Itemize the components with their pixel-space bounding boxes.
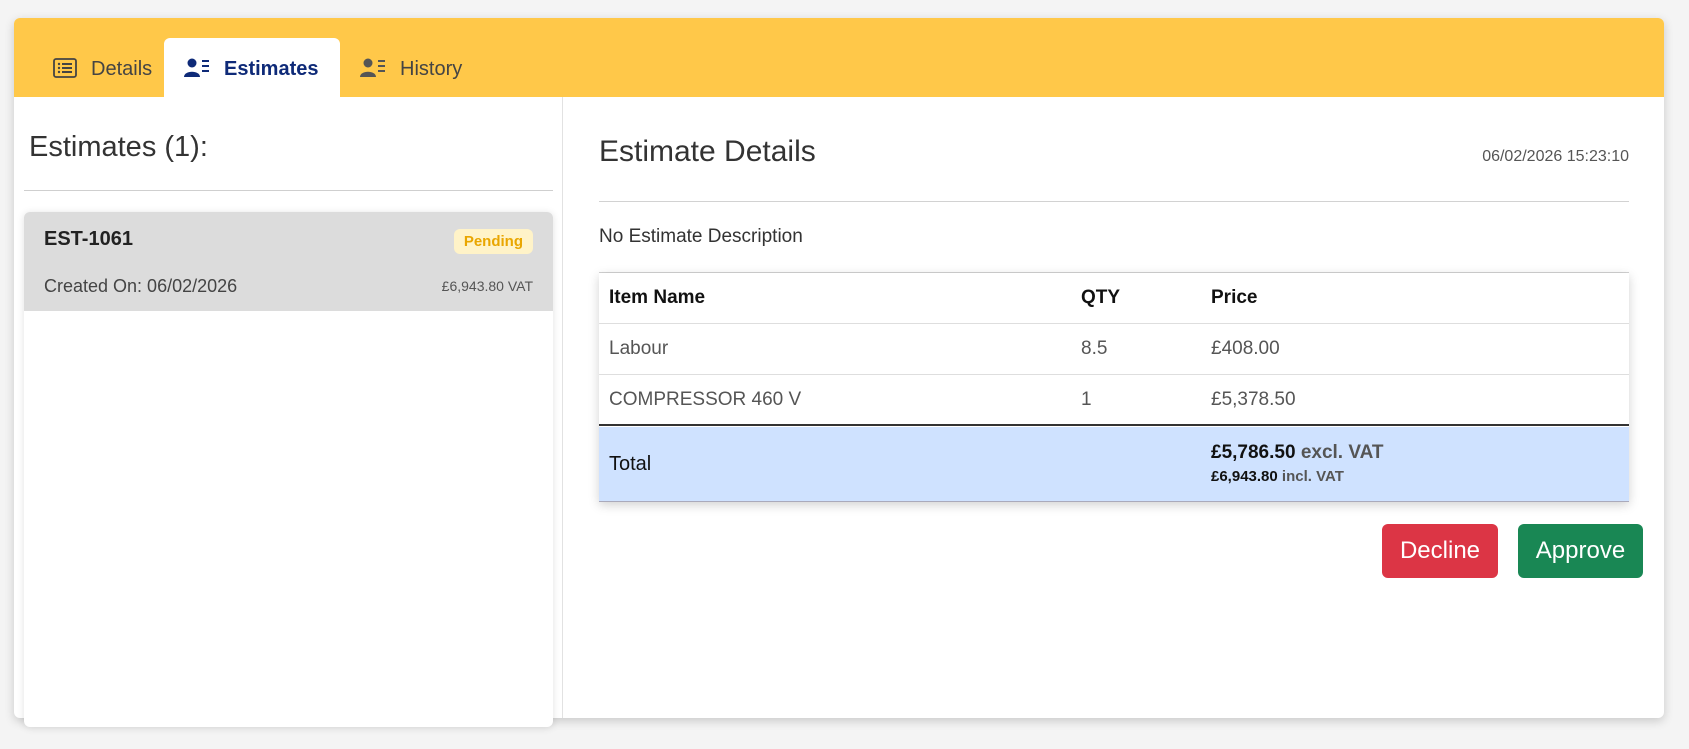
divider [24, 190, 553, 191]
tab-estimates[interactable]: Estimates [164, 38, 340, 97]
approve-button[interactable]: Approve [1518, 524, 1643, 578]
item-name-cell: Labour [609, 338, 669, 359]
estimate-details-pane: Estimate Details 06/02/2026 15:23:10 No … [564, 97, 1664, 718]
total-incl-label: incl. VAT [1281, 468, 1344, 485]
estimate-description: No Estimate Description [599, 226, 803, 247]
details-datetime: 06/02/2026 15:23:10 [1482, 148, 1629, 165]
estimates-list: EST-1061 Pending Created On: 06/02/2026 … [24, 212, 553, 727]
estimate-code: EST-1061 [44, 228, 133, 250]
column-header-price: Price [1211, 287, 1258, 308]
tab-details-label: Details [91, 58, 153, 80]
qty-cell: 1 [1081, 388, 1092, 410]
estimates-count-title: Estimates (1): [29, 131, 208, 163]
total-excl-label: excl. VAT [1300, 442, 1384, 463]
table-header-row: Item Name QTY Price [599, 273, 1629, 324]
table-total-row: Total £5,786.50 excl. VAT £6,943.80 incl… [599, 427, 1629, 502]
estimate-amount: £6,943.80 VAT [441, 278, 533, 294]
tab-history-label: History [400, 58, 463, 80]
decline-button[interactable]: Decline [1382, 524, 1498, 578]
total-amounts: £5,786.50 excl. VAT £6,943.80 incl. VAT [1211, 442, 1384, 485]
total-excl-vat: £5,786.50 excl. VAT [1211, 442, 1384, 464]
estimates-list-pane: Estimates (1): EST-1061 Pending Created … [14, 97, 563, 727]
total-incl-value: £6,943.80 [1211, 468, 1278, 485]
tab-estimates-label: Estimates [224, 58, 319, 80]
item-name-cell: COMPRESSOR 460 V [609, 388, 802, 410]
list-icon [53, 57, 77, 78]
tab-history[interactable]: History [360, 38, 462, 97]
column-header-item-name: Item Name [609, 287, 706, 308]
status-badge: Pending [453, 229, 533, 254]
price-cell: £408.00 [1211, 338, 1280, 359]
table-row: COMPRESSOR 460 V 1 £5,378.50 [599, 375, 1629, 426]
table-row: Labour 8.5 £408.00 [599, 324, 1629, 375]
estimate-items-table: Item Name QTY Price Labour 8.5 £408.00 C… [599, 273, 1629, 502]
divider [599, 201, 1629, 202]
estimate-created-date: Created On: 06/02/2026 [44, 276, 238, 296]
total-label: Total [609, 452, 652, 475]
qty-cell: 8.5 [1081, 338, 1108, 359]
total-incl-vat: £6,943.80 incl. VAT [1211, 468, 1384, 485]
tab-bar: Details Estimates History [14, 18, 1664, 97]
estimates-card: Details Estimates History Estimates (1):… [14, 18, 1664, 727]
estimate-list-item[interactable]: EST-1061 Pending Created On: 06/02/2026 … [24, 212, 553, 311]
user-list-icon [360, 58, 385, 77]
details-title: Estimate Details [599, 135, 816, 168]
column-header-qty: QTY [1081, 287, 1121, 308]
price-cell: £5,378.50 [1211, 388, 1296, 410]
total-excl-value: £5,786.50 [1211, 442, 1296, 463]
tab-details[interactable]: Details [39, 38, 152, 97]
user-list-icon [184, 58, 209, 77]
